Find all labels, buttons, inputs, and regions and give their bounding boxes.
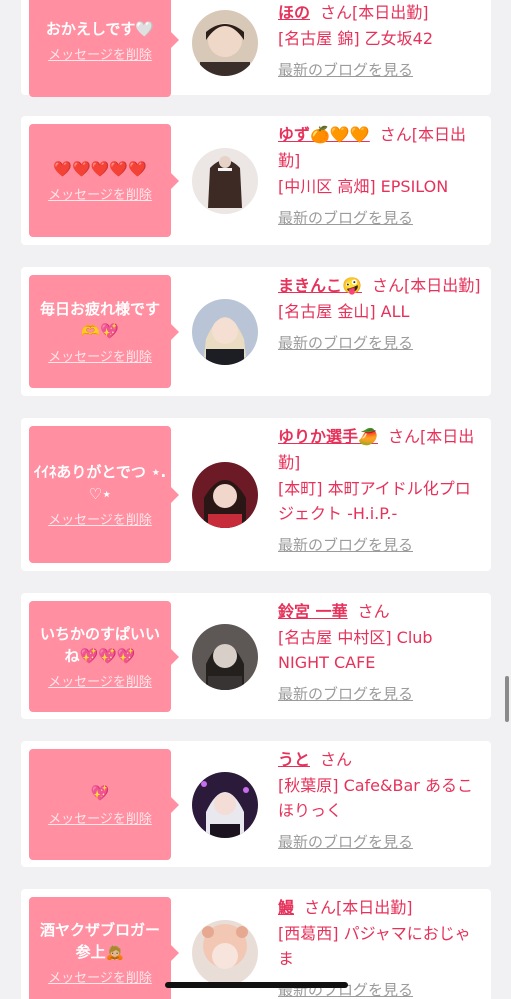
avatar-photo-icon xyxy=(192,148,258,214)
shop-label: [名古屋 錦] 乙女坂42 xyxy=(278,29,434,48)
message-text: 酒ヤクザブロガー参上🙇🏼 xyxy=(39,921,160,961)
cast-name-link[interactable]: まきんこ🤪 xyxy=(278,276,362,295)
latest-blog-link[interactable]: 最新のブログを見る xyxy=(278,59,413,80)
delete-message-link[interactable]: メッセージを削除 xyxy=(48,967,152,986)
avatar[interactable] xyxy=(192,462,258,528)
shop-label: [本町] 本町アイドル化プロジェクト -H.i.P.- xyxy=(278,479,471,523)
message-card: ｲｲﾈありがとでつ ⋆.♡⋆ メッセージを削除 ゆりか選手🥭 さん[本日出勤] [… xyxy=(21,418,491,571)
honorific: さん xyxy=(320,750,353,769)
message-bubble: 酒ヤクザブロガー参上🙇🏼 メッセージを削除 xyxy=(29,897,179,999)
scrollbar-thumb[interactable] xyxy=(505,676,509,722)
cast-info: ゆず🍊🧡🧡 さん[本日出勤] [中川区 高畑] EPSILON 最新のブログを見る xyxy=(278,122,486,228)
message-text: おかえしです🤍 xyxy=(45,19,155,38)
shop-label: [名古屋 中村区] Club NIGHT CAFE xyxy=(278,628,433,672)
cast-info: まきんこ🤪 さん[本日出勤] [名古屋 金山] ALL 最新のブログを見る xyxy=(278,273,486,353)
app-viewport: おかえしです🤍 メッセージを削除 ほの さん[本日出勤] [名古屋 錦] 乙女坂4… xyxy=(0,0,511,999)
message-bubble: 毎日お疲れ様です🫶💖 メッセージを削除 xyxy=(29,275,179,388)
cast-info: ほの さん[本日出勤] [名古屋 錦] 乙女坂42 最新のブログを見る xyxy=(278,0,486,80)
delete-message-link[interactable]: メッセージを削除 xyxy=(48,509,152,528)
latest-blog-link[interactable]: 最新のブログを見る xyxy=(278,831,413,852)
message-card: いちかのすぱいいね💖💖💖 メッセージを削除 鈴宮 一華 さん [名古屋 中村区] … xyxy=(21,593,491,719)
cast-info: うと さん [秋葉原] Cafe&Bar あるこほりっく 最新のブログを見る xyxy=(278,747,486,852)
honorific: さん xyxy=(304,898,337,917)
message-text: ｲｲﾈありがとでつ ⋆.♡⋆ xyxy=(33,463,167,503)
message-bubble: ｲｲﾈありがとでつ ⋆.♡⋆ メッセージを削除 xyxy=(29,426,179,563)
shop-label: [秋葉原] Cafe&Bar あるこほりっく xyxy=(278,776,473,820)
message-text: ❤️❤️❤️❤️❤️ xyxy=(53,160,147,178)
shop-label: [西葛西] パジャマにおじゃま xyxy=(278,924,471,968)
shop-label: [中川区 高畑] EPSILON xyxy=(278,177,449,196)
cast-info: ゆりか選手🥭 さん[本日出勤] [本町] 本町アイドル化プロジェクト -H.i.P… xyxy=(278,424,486,555)
status-label: [本日出勤] xyxy=(336,898,413,917)
honorific: さん xyxy=(371,276,404,295)
avatar[interactable] xyxy=(192,920,258,986)
avatar[interactable] xyxy=(192,624,258,690)
avatar-photo-icon xyxy=(192,772,258,838)
message-card: ❤️❤️❤️❤️❤️ メッセージを削除 ゆず🍊🧡🧡 さん[本日出勤] [中川区 高… xyxy=(21,116,491,245)
message-text: いちかのすぱいいね💖💖💖 xyxy=(39,625,160,665)
avatar-photo-icon xyxy=(192,624,258,690)
message-card: おかえしです🤍 メッセージを削除 ほの さん[本日出勤] [名古屋 錦] 乙女坂4… xyxy=(21,0,491,97)
delete-message-link[interactable]: メッセージを削除 xyxy=(48,671,152,690)
delete-message-link[interactable]: メッセージを削除 xyxy=(48,346,152,365)
message-bubble: おかえしです🤍 メッセージを削除 xyxy=(29,0,179,97)
cast-name-link[interactable]: ゆず🍊🧡🧡 xyxy=(278,125,370,144)
avatar[interactable] xyxy=(192,772,258,838)
cast-info: 鈴宮 一華 さん [名古屋 中村区] Club NIGHT CAFE 最新のブログ… xyxy=(278,599,486,704)
cast-name-link[interactable]: ほの xyxy=(278,3,310,22)
message-bubble: ❤️❤️❤️❤️❤️ メッセージを削除 xyxy=(29,124,179,237)
cast-name-link[interactable]: ゆりか選手🥭 xyxy=(278,427,378,446)
avatar[interactable] xyxy=(192,10,258,76)
avatar-photo-icon xyxy=(192,10,258,76)
avatar-photo-icon xyxy=(192,462,258,528)
status-label: [本日出勤] xyxy=(352,3,429,22)
cast-name-link[interactable]: 鈴宮 一華 xyxy=(278,602,348,621)
cast-name-link[interactable]: うと xyxy=(278,750,310,769)
latest-blog-link[interactable]: 最新のブログを見る xyxy=(278,332,413,353)
message-card: 💖 メッセージを削除 うと さん [秋葉原] Cafe&Bar あるこほりっく 最… xyxy=(21,741,491,867)
delete-message-link[interactable]: メッセージを削除 xyxy=(48,808,152,827)
message-card: 毎日お疲れ様です🫶💖 メッセージを削除 まきんこ🤪 さん[本日出勤] [名古屋 金… xyxy=(21,267,491,396)
latest-blog-link[interactable]: 最新のブログを見る xyxy=(278,683,413,704)
message-text: 毎日お疲れ様です🫶💖 xyxy=(39,300,160,340)
status-label: [本日出勤] xyxy=(403,276,481,295)
avatar[interactable] xyxy=(192,148,258,214)
home-indicator[interactable] xyxy=(165,982,348,988)
delete-message-link[interactable]: メッセージを削除 xyxy=(48,184,152,203)
shop-label: [名古屋 金山] ALL xyxy=(278,302,410,321)
honorific: さん xyxy=(387,427,420,446)
cast-name-link[interactable]: 鰻 xyxy=(278,898,294,917)
avatar-photo-icon xyxy=(192,299,258,365)
honorific: さん xyxy=(357,602,390,621)
avatar[interactable] xyxy=(192,299,258,365)
latest-blog-link[interactable]: 最新のブログを見る xyxy=(278,207,413,228)
message-bubble: 💖 メッセージを削除 xyxy=(29,749,179,860)
honorific: さん xyxy=(320,3,353,22)
avatar-photo-icon xyxy=(192,920,258,986)
delete-message-link[interactable]: メッセージを削除 xyxy=(48,44,152,63)
message-bubble: いちかのすぱいいね💖💖💖 メッセージを削除 xyxy=(29,601,179,712)
latest-blog-link[interactable]: 最新のブログを見る xyxy=(278,534,413,555)
honorific: さん xyxy=(379,125,412,144)
message-text: 💖 xyxy=(90,784,110,802)
